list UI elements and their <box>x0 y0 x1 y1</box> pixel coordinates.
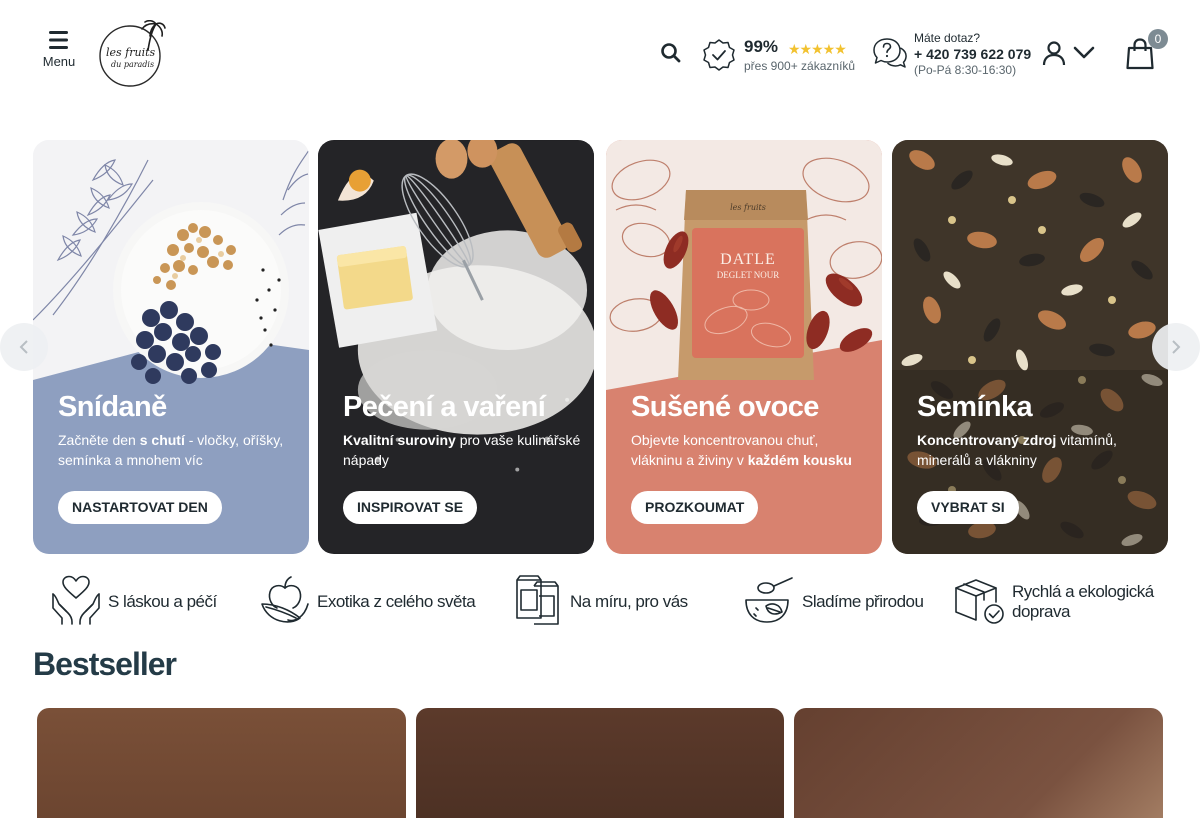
contact-hours: (Po-Pá 8:30-16:30) <box>914 63 1017 77</box>
bestseller-heading: Bestseller <box>33 646 177 682</box>
account-dropdown-toggle[interactable] <box>1073 45 1095 66</box>
hands-heart-icon <box>52 575 100 625</box>
contact-phone[interactable]: + 420 739 622 079 <box>914 46 1031 62</box>
apple-leaf-icon <box>261 576 309 623</box>
category-cta-button[interactable]: INSPIROVAT SE <box>343 491 478 524</box>
benefit-item: Na míru, pro vás <box>514 572 714 630</box>
benefit-label: S láskou a péčí <box>108 592 217 611</box>
category-description: Začněte den s chutí - vločky, oříšky, se… <box>58 432 284 468</box>
search-icon <box>661 43 681 63</box>
category-card-dried-fruit[interactable]: DATLE DEGLET NOUR les fruits Sušené ovoc… <box>606 140 882 554</box>
cart-count-badge: 0 <box>1148 29 1168 49</box>
category-title: Snídaně <box>58 391 167 423</box>
benefit-label: Rychlá a ekologická doprava <box>1012 582 1154 621</box>
product-card[interactable] <box>794 708 1163 818</box>
category-cta-button[interactable]: NASTARTOVAT DEN <box>58 491 222 524</box>
account-button[interactable] <box>1042 40 1066 71</box>
benefit-item: Sladíme přirodou <box>744 572 934 630</box>
menu-label: Menu <box>42 54 76 69</box>
category-title: Sušené ovoce <box>631 391 819 423</box>
package-logo: les fruits <box>730 203 766 212</box>
category-title: Semínka <box>917 391 1033 423</box>
menu-button[interactable]: Menu <box>38 30 80 69</box>
benefit-label: Exotika z celého světa <box>317 592 476 611</box>
benefit-label: Na míru, pro vás <box>570 592 688 611</box>
package-subtitle: DEGLET NOUR <box>717 270 780 280</box>
benefit-item: Exotika z celého světa <box>260 572 490 630</box>
category-carousel: Snídaně Začněte den s chutí - vločky, oř… <box>0 140 1200 554</box>
category-card-seeds[interactable]: Semínka Koncentrovaný zdroj vitamínů, mi… <box>892 140 1168 554</box>
rating-stars: ★★★★★ <box>788 41 847 57</box>
site-logo[interactable]: les fruits du paradis <box>98 19 166 88</box>
site-header: Menu les fruits du paradis 99% ★★★★★ pře… <box>0 0 1200 108</box>
package-title: DATLE <box>720 251 776 268</box>
box-check-icon <box>955 579 1004 624</box>
benefits-strip: S láskou a péčí Exotika z celého světa N… <box>0 572 1200 632</box>
user-icon <box>1042 41 1066 66</box>
scoop-bowl-icon <box>745 577 793 623</box>
contact-question: Máte dotaz? <box>914 31 981 45</box>
search-button[interactable] <box>659 41 683 65</box>
logo-wordmark: les fruits du paradis <box>106 46 156 69</box>
benefit-item: S láskou a péčí <box>50 572 250 630</box>
category-cta-button[interactable]: PROZKOUMAT <box>631 491 759 524</box>
question-chat-icon <box>873 38 907 68</box>
category-description: Koncentrovaný zdroj vitamínů, minerálů a… <box>917 432 1117 468</box>
carousel-next-button[interactable] <box>1152 323 1200 371</box>
category-card-baking[interactable]: Pečení a vaření Kvalitní suroviny pro va… <box>318 140 594 554</box>
packages-icon <box>516 575 559 625</box>
svg-text:du paradis: du paradis <box>111 60 154 69</box>
product-card[interactable] <box>416 708 784 818</box>
rating-subtext: přes 900+ zákazníků <box>744 59 856 73</box>
carousel-prev-button[interactable] <box>0 323 48 371</box>
category-description: Kvalitní suroviny pro vaše kulinářské ná… <box>343 432 581 468</box>
chevron-down-icon <box>1073 46 1095 59</box>
category-card-breakfast[interactable]: Snídaně Začněte den s chutí - vločky, oř… <box>33 140 309 554</box>
category-cta-button[interactable]: VYBRAT SI <box>917 491 1019 524</box>
benefit-label: Sladíme přirodou <box>802 592 924 611</box>
svg-text:les fruits: les fruits <box>106 46 156 59</box>
chevron-right-icon <box>1172 340 1181 354</box>
rating-percent: 99% <box>744 37 779 56</box>
product-card[interactable] <box>37 708 406 818</box>
chevron-left-icon <box>19 340 28 354</box>
category-title: Pečení a vaření <box>343 391 546 423</box>
verified-badge-icon <box>703 39 735 71</box>
hamburger-icon <box>49 31 68 49</box>
category-description: Objevte koncentrovanou chuť, vlákninu a … <box>631 432 852 468</box>
benefit-item: Rychlá a ekologická doprava <box>954 572 1164 630</box>
